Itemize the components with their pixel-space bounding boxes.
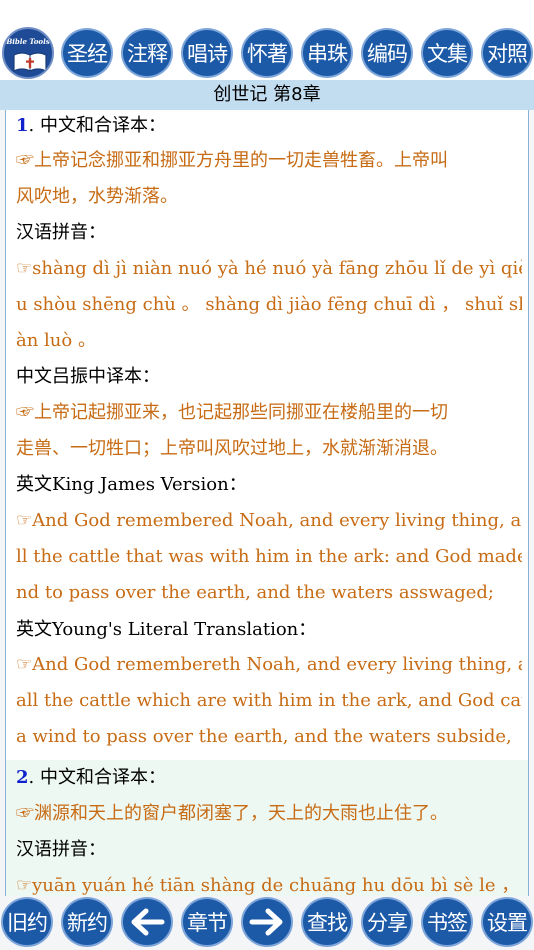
verse-text-line: all the cattle which are with him in the… [16,690,522,711]
verse-block-1: 1. 中文和合译本： ☞上帝记念挪亚和挪亚方舟里的一切走兽牲畜。上帝叫 风吹地，… [6,110,528,760]
bible-button[interactable]: 圣经 [61,28,113,78]
share-button[interactable]: 分享 [361,897,413,947]
verse-1-header: 1. 中文和合译本： [16,114,522,138]
verse-text-line: ☞上帝记念挪亚和挪亚方舟里的一切走兽牲畜。上帝叫 [16,150,448,171]
verse-text-line: ☞渊源和天上的窗户都闭塞了，天上的大雨也止住了。 [16,803,448,824]
verse-content[interactable]: 1. 中文和合译本： ☞上帝记念挪亚和挪亚方舟里的一切走兽牲畜。上帝叫 风吹地，… [0,110,534,896]
collections-button[interactable]: 文集 [421,28,473,78]
arrow-right-icon [249,908,283,936]
verse-block-2: 2. 中文和合译本： ☞渊源和天上的窗户都闭塞了，天上的大雨也止住了。 汉语拼音… [6,760,528,896]
translation-label: 汉语拼音： [16,222,106,243]
verse-text-line: ☞上帝记起挪亚来，也记起那些同挪亚在楼船里的一切 [16,402,448,423]
verse-number: 2 [16,767,29,788]
arrow-left-icon [131,908,165,936]
settings-button[interactable]: 设置 [481,897,533,947]
verse-text-line: u shòu shēng chù 。 shàng dì jiào fēng ch… [16,294,522,315]
writings-button[interactable]: 怀著 [241,28,293,78]
compare-button[interactable]: 对照 [481,28,533,78]
verse-2-header: 2. 中文和合译本： [16,766,522,790]
top-toolbar: Bible Tools 圣经 注释 唱诗 怀著 串珠 编码 文集 对照 [0,0,534,80]
translation-label: 英文King James Version： [16,474,247,495]
verse-text-line: àn luò 。 [16,330,96,351]
cross-reference-button[interactable]: 串珠 [301,28,353,78]
chapter-select-button[interactable]: 章节 [181,897,233,947]
next-chapter-button[interactable] [241,897,293,947]
verse-text-line: nd to pass over the earth, and the water… [16,582,494,603]
previous-chapter-button[interactable] [121,897,173,947]
verse-text-line: 风吹地，水势渐落。 [16,186,178,207]
verse-text-line: ☞yuān yuán hé tiān shàng de chuāng hu dō… [16,875,522,896]
verse-text-line: ☞shàng dì jì niàn nuó yà hé nuó yà fāng … [16,258,522,279]
commentary-button[interactable]: 注释 [121,28,173,78]
verse-number: 1 [16,115,29,136]
translation-label: 汉语拼音： [16,839,106,860]
strongs-code-button[interactable]: 编码 [361,28,413,78]
search-button[interactable]: 查找 [301,897,353,947]
translation-label: . 中文和合译本： [28,767,166,788]
verse-text-line: a wind to pass over the earth, and the w… [16,726,512,747]
translation-label: . 中文和合译本： [28,115,166,136]
old-testament-button[interactable]: 旧约 [1,897,53,947]
verse-text-line: ll the cattle that was with him in the a… [16,546,522,567]
verse-text-line: ☞And God remembered Noah, and every livi… [16,510,522,531]
hymns-button[interactable]: 唱诗 [181,28,233,78]
bookmark-button[interactable]: 书签 [421,897,473,947]
translation-label: 中文吕振中译本： [16,366,160,387]
bible-tools-logo[interactable]: Bible Tools [2,27,54,79]
verse-panel: 1. 中文和合译本： ☞上帝记念挪亚和挪亚方舟里的一切走兽牲畜。上帝叫 风吹地，… [5,110,529,896]
logo-text: Bible Tools [6,37,50,46]
verse-text-line: ☞And God remembereth Noah, and every liv… [16,654,522,675]
translation-label: 英文Young's Literal Translation： [16,619,317,640]
verse-text-line: 走兽、一切牲口；上帝叫风吹过地上，水就渐渐消退。 [16,438,448,459]
bottom-toolbar: 旧约 新约 章节 查找 分享 书签 设置 [0,896,534,950]
new-testament-button[interactable]: 新约 [61,897,113,947]
chapter-title: 创世记 第8章 [0,80,534,110]
book-icon [13,52,47,72]
